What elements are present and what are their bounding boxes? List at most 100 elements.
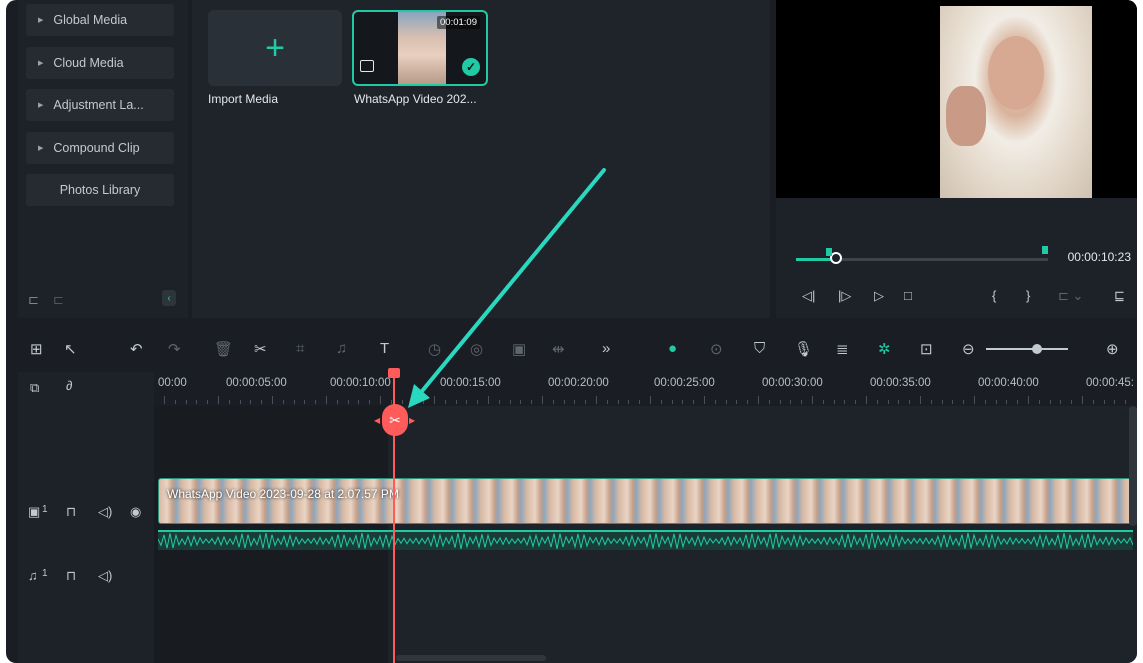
- sidebar-item-label: Photos Library: [59, 183, 141, 197]
- ruler-tick: [477, 400, 479, 404]
- sidebar-item-compound-clip[interactable]: ▶ Compound Clip: [26, 132, 174, 164]
- ruler-label: 00:00:40:00: [978, 377, 1039, 389]
- hand-shape: [946, 86, 986, 146]
- ruler-tick: [639, 400, 641, 404]
- sidebar-item-adjustment-layer[interactable]: ▶ Adjustment La...: [26, 89, 174, 121]
- display-icon[interactable]: ⊑: [1114, 288, 1125, 304]
- stop-icon[interactable]: □: [904, 288, 912, 303]
- scrubber-knob[interactable]: [830, 252, 843, 264]
- eye-icon[interactable]: ◉: [130, 504, 141, 520]
- grid-icon[interactable]: ⊞: [30, 340, 43, 358]
- timeline-toolbar: ⊞ ↖ ↶ ↷ 🗑 ✂ ⌗ ♫ T ◷ ◎ ▣ ⇹ » ● ⊙ ⛉ 🎙 ≣ ✲ …: [18, 326, 1137, 370]
- text-icon[interactable]: T: [380, 340, 389, 357]
- transition-icon[interactable]: ⇹: [552, 340, 565, 358]
- audio-waveform[interactable]: [158, 530, 1133, 550]
- vertical-scrollbar[interactable]: [1129, 406, 1137, 526]
- sidebar-item-global-media[interactable]: ▶ Global Media: [26, 4, 174, 36]
- ruler-tick: [693, 400, 695, 404]
- in-marker-icon[interactable]: [826, 248, 832, 256]
- ruler-tick: [444, 400, 446, 404]
- ruler-tick: [282, 400, 284, 404]
- ruler-tick: [531, 400, 533, 404]
- volume-icon[interactable]: ◁): [98, 568, 112, 584]
- voiceover-icon[interactable]: ≣: [836, 340, 849, 358]
- video-viewport[interactable]: [776, 0, 1137, 198]
- next-frame-icon[interactable]: |▷: [838, 288, 851, 304]
- ai-tools-icon[interactable]: ✲: [878, 340, 891, 358]
- ruler-tick: [1092, 400, 1094, 404]
- collapse-icon[interactable]: ‹: [162, 290, 176, 306]
- lock-icon[interactable]: ⊓: [66, 504, 76, 520]
- ruler-tick: [866, 396, 867, 404]
- crop-icon[interactable]: ⌗: [296, 340, 304, 357]
- import-media-button[interactable]: +: [208, 10, 342, 86]
- ruler-tick: [682, 400, 684, 404]
- mark-in-icon[interactable]: {: [992, 288, 996, 303]
- mic-icon[interactable]: 🎙: [794, 340, 813, 358]
- zoom-out-icon[interactable]: ⊖: [962, 340, 975, 358]
- more-icon[interactable]: »: [602, 340, 610, 357]
- ruler-tick: [909, 400, 911, 404]
- prev-frame-icon[interactable]: ◁|: [802, 288, 815, 304]
- delete-icon[interactable]: 🗑: [214, 340, 233, 358]
- sidebar-item-label: Cloud Media: [53, 56, 124, 70]
- select-icon[interactable]: ↖: [64, 340, 77, 358]
- mark-out-icon[interactable]: }: [1026, 288, 1030, 303]
- render-icon[interactable]: ⊙: [710, 340, 723, 358]
- playhead-handle[interactable]: [388, 368, 400, 378]
- horizontal-scrollbar[interactable]: [396, 655, 546, 661]
- zoom-knob[interactable]: [1031, 344, 1042, 354]
- ruler-tick: [1038, 400, 1040, 404]
- volume-icon[interactable]: ◁): [98, 504, 112, 520]
- marker-icon[interactable]: ⛉: [754, 340, 765, 357]
- ruler-tick: [304, 400, 306, 404]
- ruler-tick: [369, 400, 371, 404]
- new-folder-icon[interactable]: ⊏: [28, 292, 39, 308]
- ruler-tick: [704, 396, 705, 404]
- ruler-tick: [995, 400, 997, 404]
- ruler-tick: [768, 400, 770, 404]
- out-marker-icon[interactable]: [1042, 246, 1048, 254]
- screen-icon[interactable]: ▣: [512, 340, 526, 358]
- ruler-tick: [1082, 396, 1083, 404]
- ruler-tick: [272, 396, 273, 404]
- video-clip[interactable]: WhatsApp Video 2023-09-28 at 2.07.57 PM: [158, 478, 1133, 524]
- sidebar-item-photos-library[interactable]: Photos Library: [26, 174, 174, 206]
- ruler-tick: [585, 400, 587, 404]
- playback-scrubber[interactable]: [796, 252, 1048, 264]
- audio-icon[interactable]: ♫: [336, 340, 347, 357]
- add-track-icon[interactable]: ⧉: [30, 380, 39, 396]
- split-left-arrow-icon: ◀: [374, 416, 381, 425]
- folder-icon[interactable]: ⊏: [53, 292, 64, 308]
- ruler-label: 00:00:20:00: [548, 377, 609, 389]
- lock-icon[interactable]: ⊓: [66, 568, 76, 584]
- sidebar-item-cloud-media[interactable]: ▶ Cloud Media: [26, 47, 174, 79]
- zoom-in-icon[interactable]: ⊕: [1106, 340, 1119, 358]
- ai-icon[interactable]: ●: [668, 340, 677, 357]
- fit-icon[interactable]: ⊡: [920, 340, 933, 358]
- ruler-tick: [412, 400, 414, 404]
- scissors-icon[interactable]: ✂: [254, 340, 267, 358]
- redo-icon[interactable]: ↷: [168, 340, 181, 358]
- video-thumbnail[interactable]: 00:01:09 ✓: [352, 10, 488, 86]
- link-icon[interactable]: ∂: [66, 378, 72, 393]
- check-icon: ✓: [462, 58, 480, 76]
- ruler-tick: [228, 400, 230, 404]
- ruler-tick: [725, 400, 727, 404]
- ruler-tick: [1114, 400, 1116, 404]
- color-icon[interactable]: ◎: [470, 340, 483, 358]
- split-scissors-icon[interactable]: ✂: [382, 404, 408, 436]
- timeline-tracks[interactable]: WhatsApp Video 2023-09-28 at 2.07.57 PM: [154, 406, 1137, 663]
- ruler-tick: [207, 400, 209, 404]
- speed-icon[interactable]: ◷: [428, 340, 441, 358]
- more-icon[interactable]: ⊏ ⌄: [1058, 288, 1083, 304]
- ruler-tick: [963, 400, 965, 404]
- ruler-tick: [930, 400, 932, 404]
- timeline-ruler[interactable]: 00:00 00:00:05:00 00:00:10:00 00:00:15:0…: [154, 372, 1137, 406]
- ruler-tick: [1125, 400, 1127, 404]
- play-icon[interactable]: ▷: [874, 288, 884, 304]
- undo-icon[interactable]: ↶: [130, 340, 143, 358]
- zoom-slider[interactable]: [986, 344, 1068, 354]
- ruler-tick: [1049, 400, 1051, 404]
- import-media-label: Import Media: [208, 92, 279, 106]
